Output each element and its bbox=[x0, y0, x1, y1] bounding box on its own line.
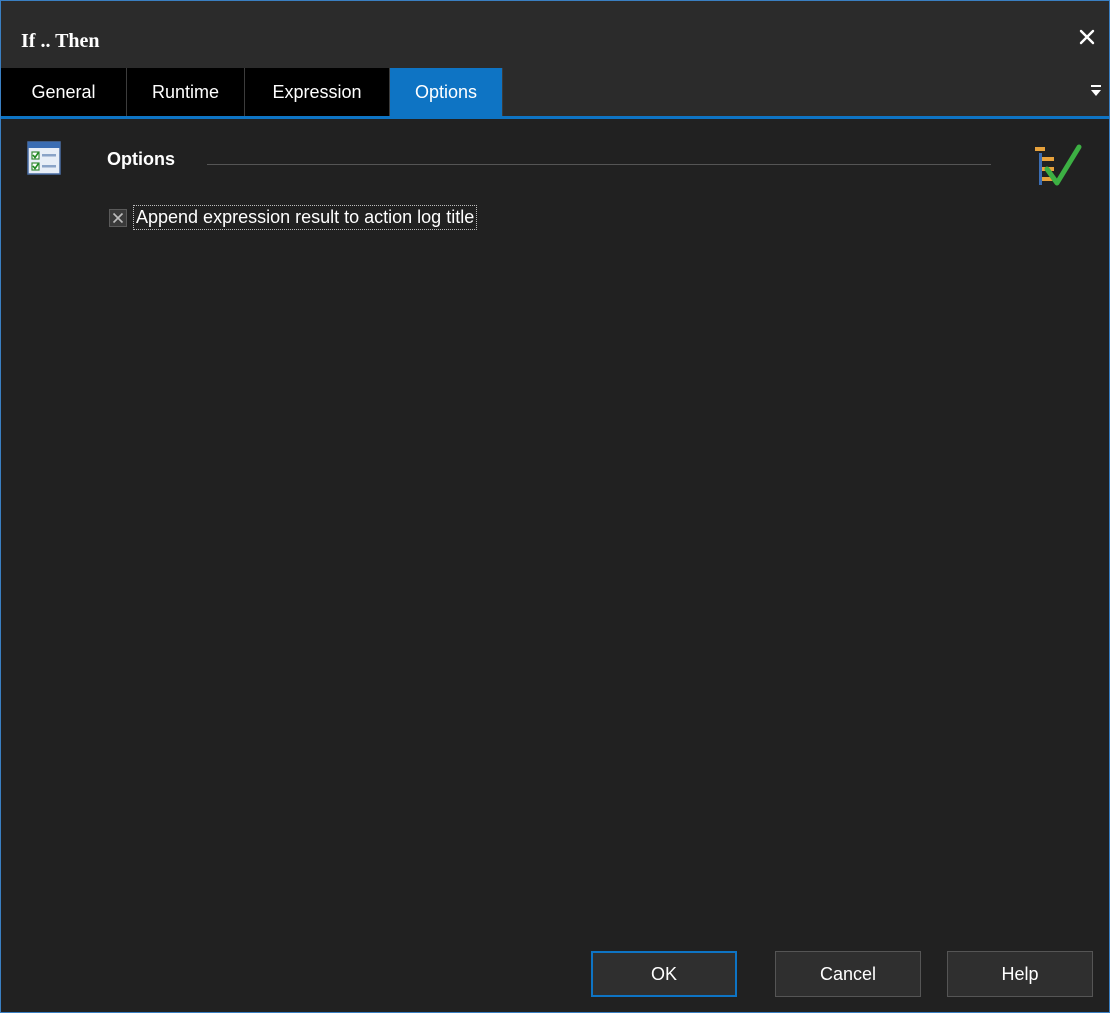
options-check-icon bbox=[1035, 144, 1082, 186]
tab-expression[interactable]: Expression bbox=[245, 68, 390, 116]
checkbox-x-icon bbox=[112, 212, 124, 223]
title-bar: If .. Then bbox=[1, 1, 1109, 68]
ok-button[interactable]: OK bbox=[591, 951, 737, 997]
group-icon-wrapper bbox=[27, 141, 61, 180]
tab-bar: General Runtime Expression Options bbox=[1, 68, 1109, 119]
checklist-form-icon bbox=[27, 141, 61, 175]
checkbox-label: Append expression result to action log t… bbox=[133, 205, 478, 230]
checkbox-box[interactable] bbox=[109, 208, 127, 227]
tab-runtime[interactable]: Runtime bbox=[127, 68, 245, 116]
content-panel: Options Append expression result to acti… bbox=[1, 119, 1109, 1012]
tab-label: Runtime bbox=[151, 81, 220, 102]
tab-general[interactable]: General bbox=[1, 68, 127, 116]
options-icon-wrapper bbox=[1033, 143, 1083, 194]
tab-overflow-button[interactable] bbox=[1089, 80, 1103, 102]
close-icon bbox=[1079, 29, 1095, 45]
tab-options[interactable]: Options bbox=[390, 68, 503, 116]
group-title: Options bbox=[107, 149, 175, 169]
append-expression-checkbox[interactable]: Append expression result to action log t… bbox=[109, 205, 478, 230]
window-title: If .. Then bbox=[21, 30, 100, 52]
overflow-menu-icon bbox=[1091, 85, 1101, 96]
help-button[interactable]: Help bbox=[947, 951, 1093, 997]
cancel-button[interactable]: Cancel bbox=[775, 951, 921, 997]
dialog-window: If .. Then General Runtime Expression Op… bbox=[0, 0, 1110, 1013]
tab-label: Expression bbox=[272, 81, 362, 102]
close-button[interactable] bbox=[1073, 23, 1101, 51]
tab-label: General bbox=[31, 81, 96, 102]
tab-label: Options bbox=[414, 81, 478, 102]
group-divider bbox=[207, 164, 991, 165]
